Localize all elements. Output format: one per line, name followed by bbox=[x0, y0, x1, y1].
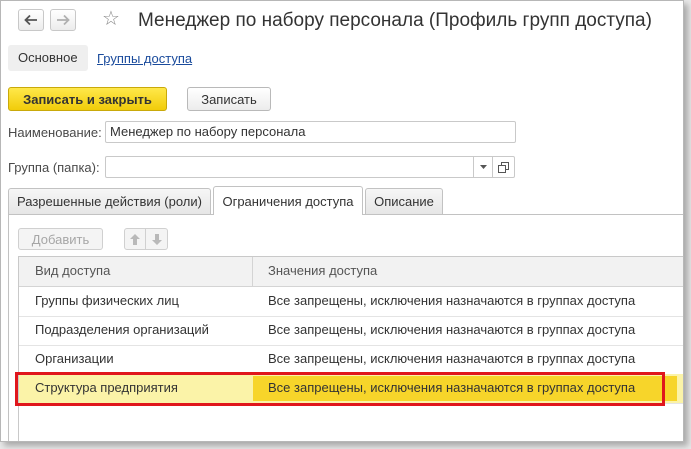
favorite-star-icon[interactable]: ☆ bbox=[102, 8, 120, 30]
access-type-cell: Организации bbox=[35, 351, 114, 366]
tab-description[interactable]: Описание bbox=[365, 188, 443, 214]
save-and-close-button[interactable]: Записать и закрыть bbox=[8, 87, 167, 111]
tab-main[interactable]: Основное bbox=[8, 45, 88, 71]
save-button[interactable]: Записать bbox=[187, 87, 271, 111]
arrow-down-icon bbox=[151, 233, 162, 245]
name-field[interactable]: Менеджер по набору персонала bbox=[105, 121, 516, 143]
add-button[interactable]: Добавить bbox=[18, 228, 103, 250]
page-title: Менеджер по набору персонала (Профиль гр… bbox=[138, 10, 652, 31]
arrow-left-icon bbox=[24, 14, 37, 26]
form-window: ☆ Менеджер по набору персонала (Профиль … bbox=[0, 0, 684, 442]
forward-button[interactable] bbox=[50, 9, 76, 31]
back-button[interactable] bbox=[18, 9, 44, 31]
move-down-button[interactable] bbox=[146, 228, 168, 250]
arrow-up-icon bbox=[130, 233, 140, 245]
column-header-access-values[interactable]: Значения доступа bbox=[268, 257, 377, 285]
access-type-cell: Подразделения организаций bbox=[35, 322, 209, 337]
arrow-right-icon bbox=[57, 14, 70, 26]
open-window-icon bbox=[498, 161, 509, 173]
tab-access-restrictions[interactable]: Ограничения доступа bbox=[213, 186, 363, 215]
highlight-frame bbox=[15, 372, 665, 406]
tab-allowed-actions[interactable]: Разрешенные действия (роли) bbox=[8, 188, 211, 214]
access-restrictions-table: Вид доступа Значения доступа Группы физи… bbox=[18, 256, 683, 441]
column-divider bbox=[252, 257, 253, 286]
column-header-access-type[interactable]: Вид доступа bbox=[35, 257, 110, 285]
access-groups-link[interactable]: Группы доступа bbox=[97, 51, 192, 66]
access-type-cell: Группы физических лиц bbox=[35, 293, 179, 308]
name-label: Наименование: bbox=[8, 125, 102, 140]
access-value-cell: Все запрещены, исключения назначаются в … bbox=[268, 293, 636, 308]
move-up-button[interactable] bbox=[124, 228, 146, 250]
group-field[interactable] bbox=[105, 156, 474, 178]
group-open-button[interactable] bbox=[493, 156, 515, 178]
table-row[interactable]: Подразделения организаций Все запрещены,… bbox=[19, 316, 683, 346]
access-value-cell: Все запрещены, исключения назначаются в … bbox=[268, 351, 636, 366]
group-label: Группа (папка): bbox=[8, 160, 100, 175]
access-value-cell: Все запрещены, исключения назначаются в … bbox=[268, 322, 636, 337]
caret-down-icon bbox=[479, 165, 487, 169]
group-dropdown-button[interactable] bbox=[474, 156, 493, 178]
table-row[interactable]: Группы физических лиц Все запрещены, иск… bbox=[19, 287, 683, 317]
table-row[interactable]: Организации Все запрещены, исключения на… bbox=[19, 345, 683, 375]
table-header: Вид доступа Значения доступа bbox=[19, 257, 683, 287]
